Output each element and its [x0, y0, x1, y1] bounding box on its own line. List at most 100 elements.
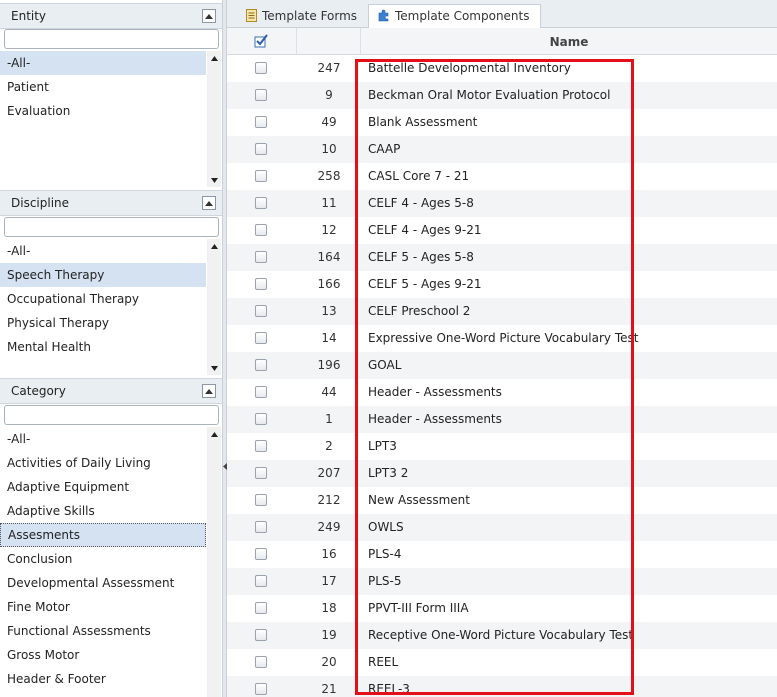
- table-row[interactable]: 207 LPT3 2: [227, 460, 777, 487]
- category-list-item[interactable]: Header & Footer: [0, 667, 206, 691]
- row-checkbox[interactable]: [255, 359, 267, 371]
- row-checkbox[interactable]: [255, 143, 267, 155]
- entity-list-item[interactable]: -All-: [0, 51, 206, 75]
- table-row[interactable]: 196 GOAL: [227, 352, 777, 379]
- row-checkbox[interactable]: [255, 548, 267, 560]
- row-checkbox[interactable]: [255, 116, 267, 128]
- scroll-up-icon[interactable]: [207, 239, 221, 253]
- table-row[interactable]: 44 Header - Assessments: [227, 379, 777, 406]
- entity-list-item[interactable]: Evaluation: [0, 99, 206, 123]
- table-row[interactable]: 21 REEL-3: [227, 676, 777, 697]
- tab-label: Template Components: [395, 9, 530, 23]
- table-row[interactable]: 166 CELF 5 - Ages 9-21: [227, 271, 777, 298]
- table-row[interactable]: 12 CELF 4 - Ages 9-21: [227, 217, 777, 244]
- tab-template-components[interactable]: Template Components: [368, 4, 541, 29]
- scroll-down-icon[interactable]: [207, 173, 221, 187]
- table-row[interactable]: 247 Battelle Developmental Inventory: [227, 55, 777, 82]
- discipline-list-item[interactable]: Occupational Therapy: [0, 287, 206, 311]
- discipline-section-header[interactable]: Discipline: [0, 190, 222, 216]
- category-list-item[interactable]: Conclusion: [0, 547, 206, 571]
- row-checkbox[interactable]: [255, 440, 267, 452]
- tab-template-forms[interactable]: Template Forms: [235, 4, 368, 28]
- check-all-icon[interactable]: [254, 34, 268, 48]
- discipline-list-item[interactable]: Physical Therapy: [0, 311, 206, 335]
- row-checkbox[interactable]: [255, 89, 267, 101]
- entity-scrollbar[interactable]: [207, 51, 221, 187]
- table-row[interactable]: 20 REEL: [227, 649, 777, 676]
- row-checkbox[interactable]: [255, 683, 267, 695]
- category-filter-input[interactable]: [4, 405, 219, 425]
- category-scrollbar[interactable]: [207, 427, 221, 697]
- discipline-list-item[interactable]: Mental Health: [0, 335, 206, 359]
- entity-list: -All- Patient Evaluation: [0, 51, 222, 187]
- row-name: PPVT-III Form IIIA: [368, 601, 469, 615]
- table-row[interactable]: 10 CAAP: [227, 136, 777, 163]
- table-row[interactable]: 18 PPVT-III Form IIIA: [227, 595, 777, 622]
- category-list-item[interactable]: Adaptive Skills: [0, 499, 206, 523]
- table-row[interactable]: 9 Beckman Oral Motor Evaluation Protocol: [227, 82, 777, 109]
- discipline-list-item[interactable]: Speech Therapy: [0, 263, 206, 287]
- row-checkbox[interactable]: [255, 224, 267, 236]
- table-row[interactable]: 14 Expressive One-Word Picture Vocabulary…: [227, 325, 777, 352]
- row-checkbox[interactable]: [255, 332, 267, 344]
- row-checkbox[interactable]: [255, 251, 267, 263]
- row-checkbox[interactable]: [255, 656, 267, 668]
- row-name: Beckman Oral Motor Evaluation Protocol: [368, 88, 611, 102]
- category-section-header[interactable]: Category: [0, 378, 222, 404]
- category-list-item[interactable]: Gross Motor: [0, 643, 206, 667]
- category-list-item[interactable]: Fine Motor: [0, 595, 206, 619]
- id-column-header[interactable]: [297, 28, 361, 55]
- discipline-list-item[interactable]: -All-: [0, 239, 206, 263]
- row-checkbox[interactable]: [255, 629, 267, 641]
- entity-section-header[interactable]: Entity: [0, 3, 222, 29]
- row-checkbox[interactable]: [255, 575, 267, 587]
- category-list-item[interactable]: Functional Assessments: [0, 619, 206, 643]
- entity-collapse-button[interactable]: [202, 9, 216, 23]
- row-checkbox[interactable]: [255, 197, 267, 209]
- category-collapse-button[interactable]: [202, 384, 216, 398]
- table-row[interactable]: 16 PLS-4: [227, 541, 777, 568]
- row-checkbox[interactable]: [255, 170, 267, 182]
- category-list-item[interactable]: Developmental Assessment: [0, 571, 206, 595]
- row-checkbox[interactable]: [255, 602, 267, 614]
- row-checkbox[interactable]: [255, 386, 267, 398]
- discipline-collapse-button[interactable]: [202, 196, 216, 210]
- row-checkbox[interactable]: [255, 278, 267, 290]
- category-list-item[interactable]: Adaptive Equipment: [0, 475, 206, 499]
- row-name: Blank Assessment: [368, 115, 478, 129]
- scroll-down-icon[interactable]: [207, 361, 221, 375]
- table-row[interactable]: 258 CASL Core 7 - 21: [227, 163, 777, 190]
- table-row[interactable]: 11 CELF 4 - Ages 5-8: [227, 190, 777, 217]
- row-checkbox[interactable]: [255, 521, 267, 533]
- table-row[interactable]: 2 LPT3: [227, 433, 777, 460]
- table-row[interactable]: 49 Blank Assessment: [227, 109, 777, 136]
- name-column-header[interactable]: Name: [361, 28, 777, 55]
- table-row[interactable]: 19 Receptive One-Word Picture Vocabulary …: [227, 622, 777, 649]
- select-all-header[interactable]: [227, 28, 297, 55]
- row-checkbox[interactable]: [255, 494, 267, 506]
- table-row[interactable]: 212 New Assessment: [227, 487, 777, 514]
- entity-list-item[interactable]: Patient: [0, 75, 206, 99]
- category-list-item[interactable]: -All-: [0, 427, 206, 451]
- category-list-item[interactable]: Assesments: [0, 523, 206, 547]
- row-checkbox[interactable]: [255, 467, 267, 479]
- table-row[interactable]: 17 PLS-5: [227, 568, 777, 595]
- chevron-up-icon: [205, 14, 213, 19]
- table-row[interactable]: 249 OWLS: [227, 514, 777, 541]
- scroll-up-icon[interactable]: [207, 51, 221, 65]
- row-name: CASL Core 7 - 21: [368, 169, 470, 183]
- discipline-filter-input[interactable]: [4, 217, 219, 237]
- row-checkbox[interactable]: [255, 62, 267, 74]
- scroll-up-icon[interactable]: [207, 427, 221, 441]
- row-name: Header - Assessments: [368, 412, 502, 426]
- row-name: GOAL: [368, 358, 402, 372]
- category-list-item[interactable]: Activities of Daily Living: [0, 451, 206, 475]
- row-name: CAAP: [368, 142, 401, 156]
- discipline-scrollbar[interactable]: [207, 239, 221, 375]
- table-row[interactable]: 164 CELF 5 - Ages 5-8: [227, 244, 777, 271]
- entity-filter-input[interactable]: [4, 29, 219, 49]
- table-row[interactable]: 13 CELF Preschool 2: [227, 298, 777, 325]
- table-row[interactable]: 1 Header - Assessments: [227, 406, 777, 433]
- row-checkbox[interactable]: [255, 305, 267, 317]
- row-checkbox[interactable]: [255, 413, 267, 425]
